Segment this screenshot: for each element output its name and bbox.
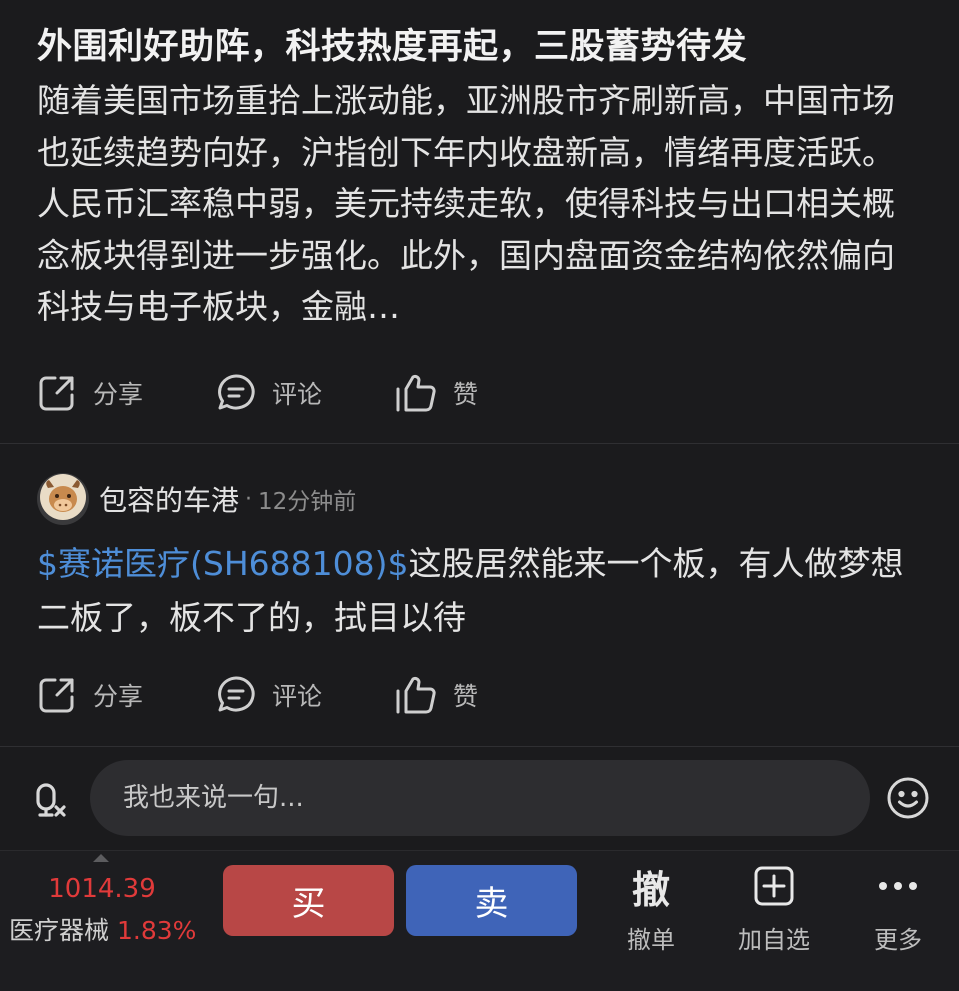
share-label: 分享 [93, 682, 144, 711]
more-icon [843, 862, 953, 910]
thumbs-up-icon [395, 675, 437, 715]
index-name: 医疗器械 [9, 916, 110, 945]
trade-bar: 1014.39 医疗器械 1.83% 买 卖 撤 撤单 加自选 更多 [0, 850, 959, 991]
post-card[interactable]: 包容的车港 · 12分钟前 $赛诺医疗(SH688108)$这股居然能来一个板，… [0, 444, 959, 746]
add-watchlist-button[interactable]: 加自选 [719, 862, 829, 962]
share-button[interactable]: 分享 [37, 368, 143, 418]
emoji-icon [886, 777, 930, 824]
caret-up-icon [93, 854, 109, 862]
avatar-icon [40, 474, 86, 524]
index-price: 1014.39 [48, 874, 156, 904]
author-row: 包容的车港 · 12分钟前 [37, 473, 357, 525]
comment-button[interactable]: 评论 [216, 670, 322, 720]
avatar[interactable] [37, 473, 89, 525]
comment-icon [216, 675, 256, 715]
cancel-order-label: 撤单 [627, 926, 675, 954]
comment-input[interactable] [90, 760, 870, 836]
post-title[interactable]: 外围利好助阵，科技热度再起，三股蓄势待发 [37, 18, 747, 69]
cancel-order-button[interactable]: 撤 撤单 [596, 862, 706, 962]
add-watchlist-label: 加自选 [738, 926, 810, 954]
voice-icon [26, 783, 74, 827]
share-label: 分享 [93, 380, 144, 409]
comment-label: 评论 [272, 682, 323, 711]
buy-button[interactable]: 买 [223, 865, 394, 936]
comment-bar [0, 747, 959, 850]
post-body[interactable]: $赛诺医疗(SH688108)$这股居然能来一个板，有人做梦想二板了，板不了的，… [37, 537, 932, 645]
add-watchlist-icon [719, 862, 829, 910]
emoji-button[interactable] [886, 776, 930, 820]
share-icon [37, 373, 77, 413]
comment-button[interactable]: 评论 [216, 368, 322, 418]
author-name[interactable]: 包容的车港 [99, 479, 239, 519]
sell-button[interactable]: 卖 [406, 865, 577, 936]
divider [0, 850, 959, 851]
post-body[interactable]: 随着美国市场重拾上涨动能，亚洲股市齐刷新高，中国市场也延续趋势向好，沪指创下年内… [37, 75, 917, 333]
comment-label: 评论 [272, 380, 323, 409]
post-card[interactable]: 外围利好助阵，科技热度再起，三股蓄势待发 随着美国市场重拾上涨动能，亚洲股市齐刷… [0, 0, 959, 443]
share-icon [37, 675, 77, 715]
more-label: 更多 [874, 926, 922, 954]
sector-index[interactable]: 1014.39 医疗器械 1.83% [0, 868, 210, 968]
more-button[interactable]: 更多 [843, 862, 953, 962]
like-button[interactable]: 赞 [395, 670, 478, 720]
separator-dot: · [245, 486, 253, 512]
like-button[interactable]: 赞 [395, 368, 478, 418]
index-change: 1.83% [117, 916, 197, 945]
post-time: 12分钟前 [258, 489, 357, 515]
share-button[interactable]: 分享 [37, 670, 143, 720]
thumbs-up-icon [395, 373, 437, 413]
stock-link[interactable]: $赛诺医疗(SH688108)$ [37, 544, 408, 583]
like-label: 赞 [453, 380, 479, 409]
screen: 外围利好助阵，科技热度再起，三股蓄势待发 随着美国市场重拾上涨动能，亚洲股市齐刷… [0, 0, 959, 991]
index-info: 医疗器械 1.83% [9, 911, 196, 947]
cancel-order-glyph-wrap: 撤 [596, 862, 706, 912]
like-label: 赞 [453, 682, 479, 711]
comment-icon [216, 373, 256, 413]
voice-button[interactable] [26, 775, 74, 823]
cancel-order-glyph: 撤 [631, 867, 670, 912]
post-actions: 分享 评论 赞 [0, 368, 959, 418]
post-actions: 分享 评论 赞 [0, 670, 959, 720]
